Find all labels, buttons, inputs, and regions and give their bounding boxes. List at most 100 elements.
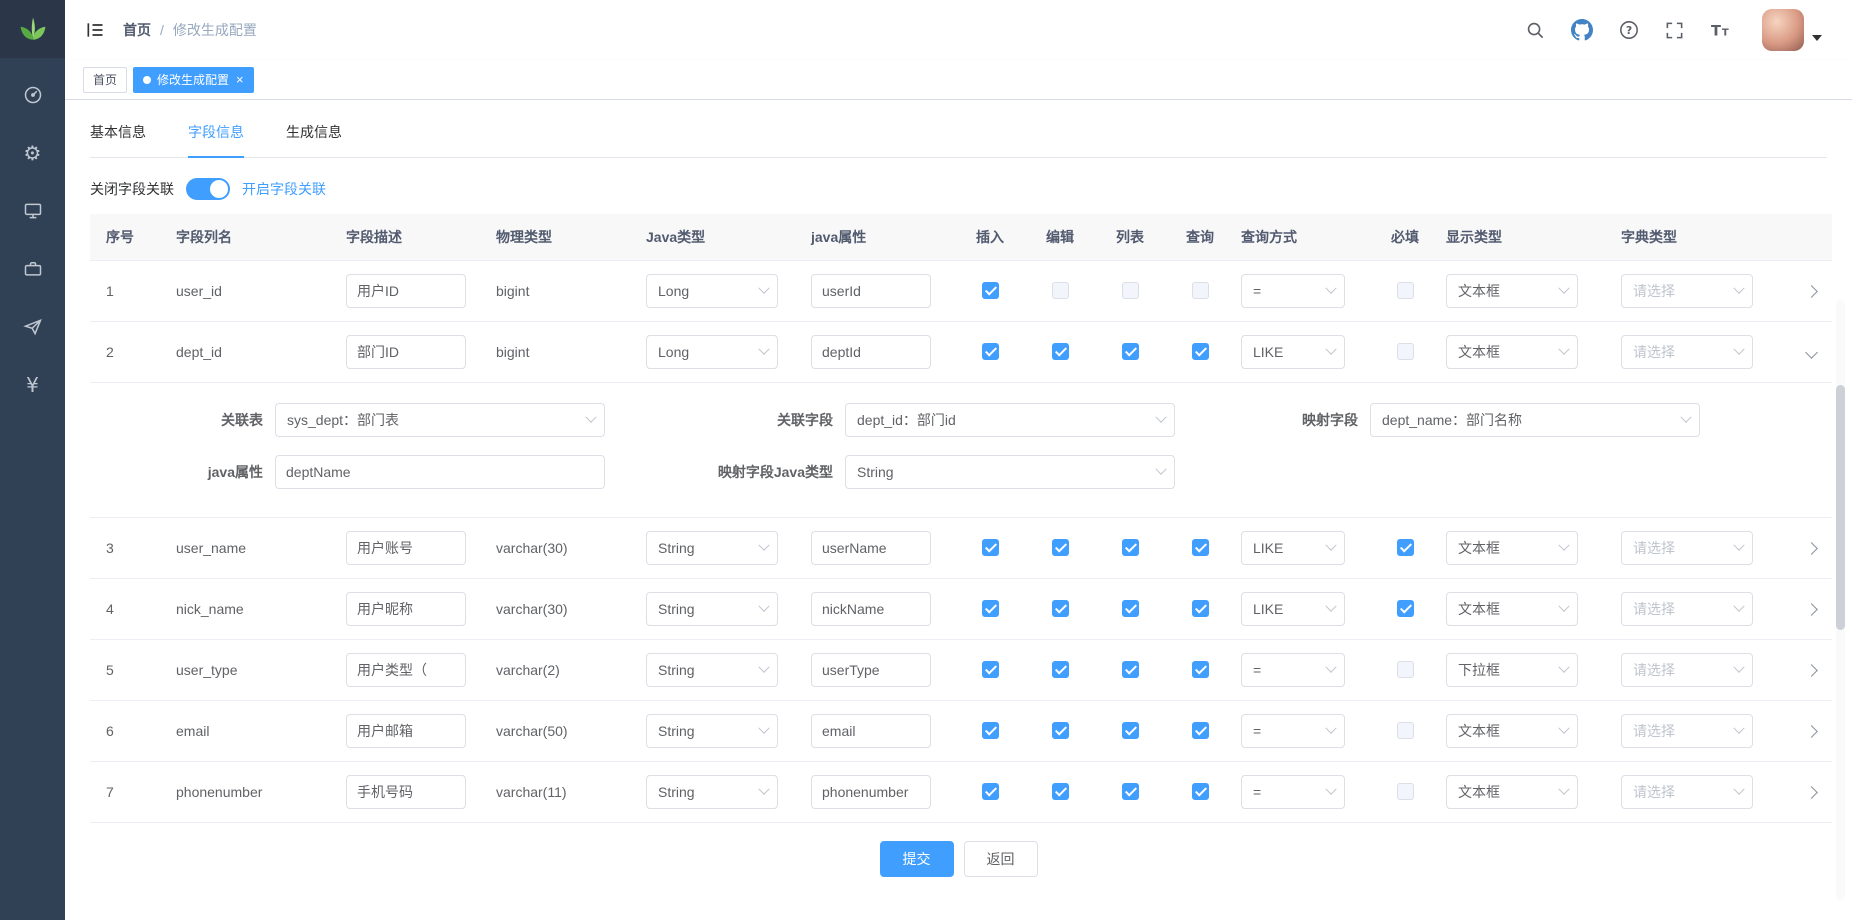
- java-field-input[interactable]: [811, 531, 931, 565]
- row-expand-icon[interactable]: [1805, 285, 1818, 298]
- list-checkbox[interactable]: [1122, 661, 1139, 678]
- java-field-input[interactable]: [811, 653, 931, 687]
- required-checkbox[interactable]: [1397, 600, 1414, 617]
- app-logo[interactable]: [0, 0, 65, 58]
- java-type-select[interactable]: String: [646, 714, 778, 748]
- tab-gen-info[interactable]: 生成信息: [286, 122, 342, 157]
- java-field-input[interactable]: [811, 714, 931, 748]
- edit-checkbox[interactable]: [1052, 282, 1069, 299]
- insert-checkbox[interactable]: [982, 722, 999, 739]
- list-checkbox[interactable]: [1122, 343, 1139, 360]
- query-checkbox[interactable]: [1192, 600, 1209, 617]
- field-relation-switch[interactable]: [186, 178, 230, 200]
- java-field-input[interactable]: [811, 335, 931, 369]
- scrollbar-thumb[interactable]: [1836, 385, 1845, 630]
- html-type-select[interactable]: 文本框: [1446, 531, 1578, 565]
- list-checkbox[interactable]: [1122, 600, 1139, 617]
- user-menu[interactable]: [1762, 9, 1822, 51]
- query-checkbox[interactable]: [1192, 282, 1209, 299]
- table-scrollbar[interactable]: [1836, 300, 1845, 900]
- sidebar-item-guide[interactable]: [0, 298, 65, 356]
- required-checkbox[interactable]: [1397, 343, 1414, 360]
- desc-input[interactable]: [346, 335, 466, 369]
- edit-checkbox[interactable]: [1052, 722, 1069, 739]
- desc-input[interactable]: [346, 592, 466, 626]
- query-checkbox[interactable]: [1192, 722, 1209, 739]
- desc-input[interactable]: [346, 653, 466, 687]
- edit-checkbox[interactable]: [1052, 600, 1069, 617]
- edit-checkbox[interactable]: [1052, 539, 1069, 556]
- search-button[interactable]: [1526, 21, 1545, 40]
- list-checkbox[interactable]: [1122, 539, 1139, 556]
- dict-type-select[interactable]: 请选择: [1621, 714, 1753, 748]
- map-field-select[interactable]: dept_name：部门名称: [1370, 403, 1700, 437]
- row-expand-icon[interactable]: [1805, 664, 1818, 677]
- row-expand-icon[interactable]: [1805, 786, 1818, 799]
- java-field-input[interactable]: [811, 274, 931, 308]
- java-type-select[interactable]: Long: [646, 274, 778, 308]
- desc-input[interactable]: [346, 775, 466, 809]
- row-expand-icon[interactable]: [1805, 346, 1818, 359]
- html-type-select[interactable]: 文本框: [1446, 714, 1578, 748]
- query-type-select[interactable]: =: [1241, 714, 1345, 748]
- required-checkbox[interactable]: [1397, 282, 1414, 299]
- query-type-select[interactable]: LIKE: [1241, 335, 1345, 369]
- sidebar-item-tool[interactable]: [0, 240, 65, 298]
- dict-type-select[interactable]: 请选择: [1621, 592, 1753, 626]
- html-type-select[interactable]: 下拉框: [1446, 653, 1578, 687]
- insert-checkbox[interactable]: [982, 539, 999, 556]
- tab-basic-info[interactable]: 基本信息: [90, 122, 146, 157]
- required-checkbox[interactable]: [1397, 661, 1414, 678]
- required-checkbox[interactable]: [1397, 722, 1414, 739]
- insert-checkbox[interactable]: [982, 661, 999, 678]
- desc-input[interactable]: [346, 274, 466, 308]
- insert-checkbox[interactable]: [982, 600, 999, 617]
- help-button[interactable]: ?: [1619, 20, 1639, 40]
- sidebar-item-dashboard[interactable]: [0, 66, 65, 124]
- java-field-input[interactable]: [811, 775, 931, 809]
- edit-checkbox[interactable]: [1052, 783, 1069, 800]
- desc-input[interactable]: [346, 531, 466, 565]
- query-type-select[interactable]: LIKE: [1241, 592, 1345, 626]
- query-type-select[interactable]: =: [1241, 653, 1345, 687]
- html-type-select[interactable]: 文本框: [1446, 274, 1578, 308]
- required-checkbox[interactable]: [1397, 539, 1414, 556]
- java-field-input[interactable]: [811, 592, 931, 626]
- query-checkbox[interactable]: [1192, 783, 1209, 800]
- tag-close-icon[interactable]: ×: [236, 73, 244, 86]
- tag-active-gen-config[interactable]: 修改生成配置 ×: [133, 67, 254, 93]
- query-type-select[interactable]: =: [1241, 775, 1345, 809]
- sidebar-item-pay[interactable]: ¥: [0, 356, 65, 414]
- github-link[interactable]: [1571, 19, 1593, 41]
- avatar[interactable]: [1762, 9, 1804, 51]
- row-expand-icon[interactable]: [1805, 725, 1818, 738]
- query-checkbox[interactable]: [1192, 661, 1209, 678]
- query-type-select[interactable]: =: [1241, 274, 1345, 308]
- list-checkbox[interactable]: [1122, 282, 1139, 299]
- tag-home[interactable]: 首页: [83, 67, 127, 93]
- list-checkbox[interactable]: [1122, 783, 1139, 800]
- tab-field-info[interactable]: 字段信息: [188, 122, 244, 157]
- list-checkbox[interactable]: [1122, 722, 1139, 739]
- query-checkbox[interactable]: [1192, 539, 1209, 556]
- desc-input[interactable]: [346, 714, 466, 748]
- fullscreen-button[interactable]: [1665, 21, 1684, 40]
- html-type-select[interactable]: 文本框: [1446, 775, 1578, 809]
- relation-field-select[interactable]: dept_id：部门id: [845, 403, 1175, 437]
- query-checkbox[interactable]: [1192, 343, 1209, 360]
- java-type-select[interactable]: String: [646, 592, 778, 626]
- java-type-select[interactable]: Long: [646, 335, 778, 369]
- breadcrumb-home[interactable]: 首页: [123, 20, 151, 40]
- relation-table-select[interactable]: sys_dept：部门表: [275, 403, 605, 437]
- edit-checkbox[interactable]: [1052, 661, 1069, 678]
- html-type-select[interactable]: 文本框: [1446, 335, 1578, 369]
- dict-type-select[interactable]: 请选择: [1621, 274, 1753, 308]
- sidebar-item-system[interactable]: ⚙: [0, 124, 65, 182]
- required-checkbox[interactable]: [1397, 783, 1414, 800]
- query-type-select[interactable]: LIKE: [1241, 531, 1345, 565]
- edit-checkbox[interactable]: [1052, 343, 1069, 360]
- dict-type-select[interactable]: 请选择: [1621, 335, 1753, 369]
- html-type-select[interactable]: 文本框: [1446, 592, 1578, 626]
- insert-checkbox[interactable]: [982, 282, 999, 299]
- java-type-select[interactable]: String: [646, 653, 778, 687]
